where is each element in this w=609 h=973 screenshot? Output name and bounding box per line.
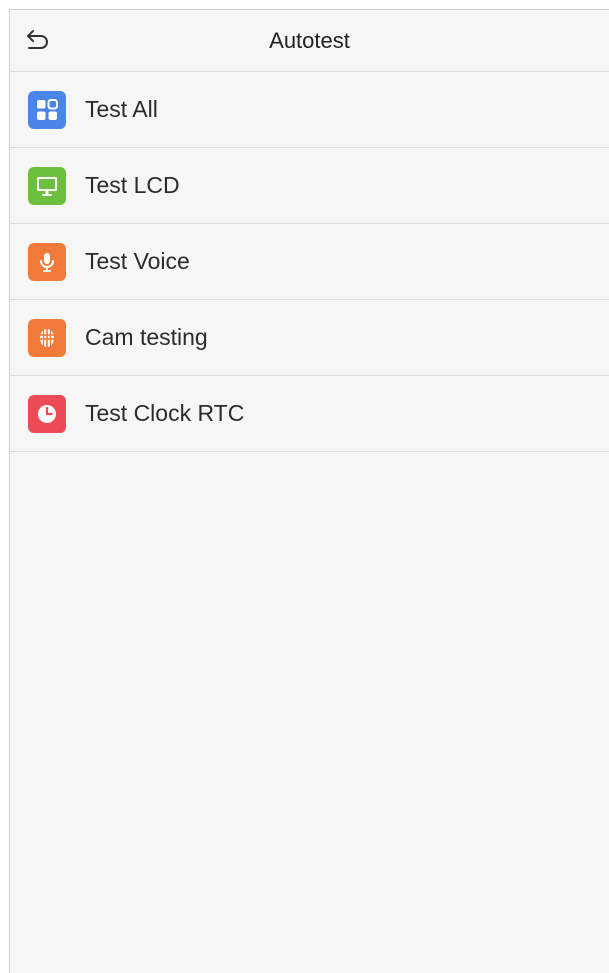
- menu-item-test-voice[interactable]: Test Voice: [10, 224, 609, 300]
- menu-item-label: Test Voice: [85, 248, 190, 274]
- page-title: Autotest: [269, 27, 350, 53]
- menu-item-label: Test Clock RTC: [85, 400, 245, 426]
- autotest-menu: Test All Test LCD Test Voice Cam testing…: [10, 72, 609, 452]
- monitor-icon: [28, 166, 66, 205]
- menu-item-cam-testing[interactable]: Cam testing: [10, 300, 609, 376]
- menu-item-test-all[interactable]: Test All: [10, 72, 609, 148]
- face-scan-icon: [28, 318, 66, 357]
- grid-icon: [28, 90, 66, 129]
- menu-item-test-lcd[interactable]: Test LCD: [10, 148, 609, 224]
- menu-item-test-clock-rtc[interactable]: Test Clock RTC: [10, 376, 609, 452]
- header-bar: Autotest: [10, 10, 609, 72]
- back-button[interactable]: [24, 26, 52, 54]
- microphone-icon: [28, 242, 66, 281]
- menu-item-label: Test LCD: [85, 172, 180, 198]
- menu-item-label: Test All: [85, 96, 158, 122]
- back-arrow-icon: [27, 30, 48, 49]
- menu-item-label: Cam testing: [85, 324, 208, 350]
- clock-icon: [28, 394, 66, 433]
- device-screen: Autotest Test All Test LCD Test Voice Ca…: [9, 9, 609, 973]
